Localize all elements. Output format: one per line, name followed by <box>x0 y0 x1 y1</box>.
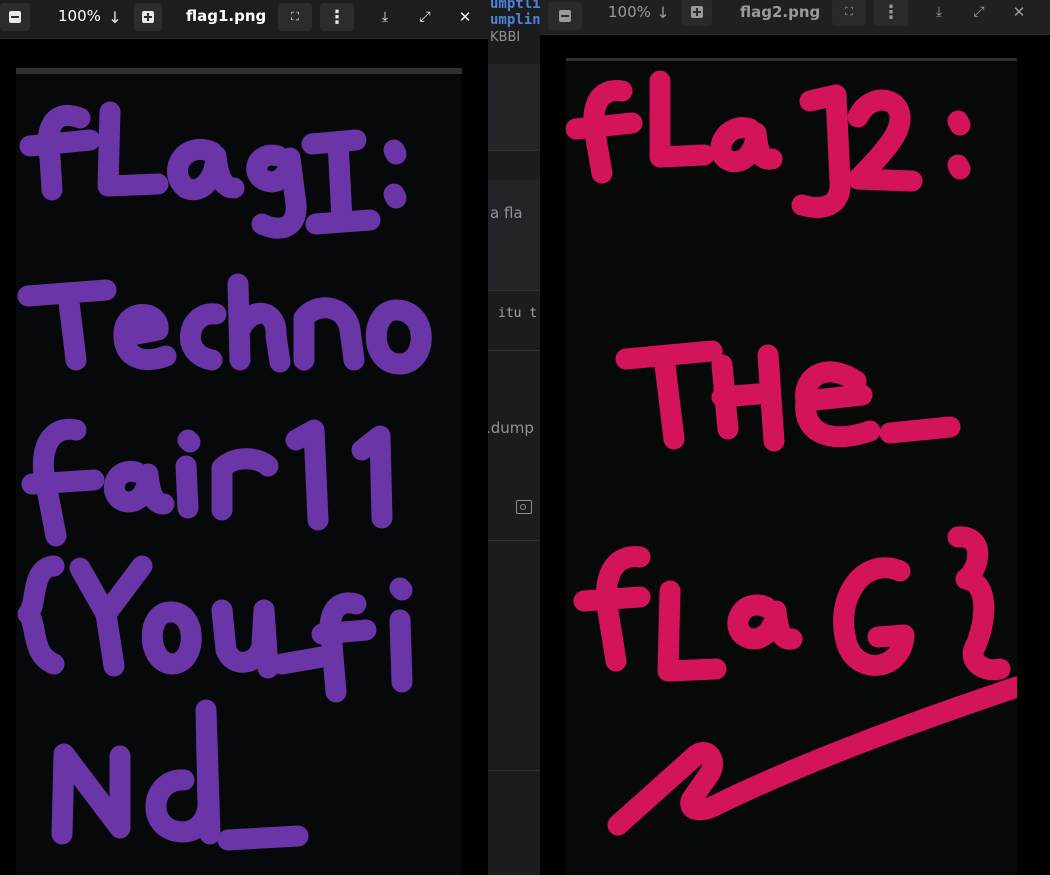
code-line: umptlin <box>490 0 540 12</box>
plus-square-icon <box>691 6 703 18</box>
fit-screen-icon: ⛶ <box>845 5 853 18</box>
viewer-toolbar: 100% ↓ flag1.png ⛶ ⋮ ⤓ ⤢ ✕ <box>0 0 488 39</box>
expand-icon: ⤢ <box>419 9 431 25</box>
minus-square-icon <box>9 11 21 23</box>
zoom-out-button[interactable] <box>548 2 582 30</box>
close-icon: ✕ <box>458 8 472 26</box>
filename-title: flag1.png <box>186 7 267 25</box>
editor-band <box>488 64 540 150</box>
fit-button[interactable]: ⛶ <box>278 3 312 31</box>
flag2-image <box>566 58 1017 875</box>
code-line: umplin <box>490 12 540 28</box>
zoom-in-button[interactable] <box>682 0 712 26</box>
zoom-level[interactable]: 100% <box>58 0 101 34</box>
divider <box>488 540 540 541</box>
editor-text: a fla <box>490 204 523 222</box>
editor-text: itu t <box>498 306 538 321</box>
editor-band <box>488 180 540 290</box>
zoom-level[interactable]: 100% <box>608 0 651 30</box>
divider <box>488 290 540 291</box>
minus-square-icon <box>559 10 571 22</box>
zoom-dropdown[interactable]: ↓ <box>104 3 126 31</box>
divider <box>488 350 540 351</box>
fullscreen-button[interactable]: ⤢ <box>966 0 992 26</box>
close-button[interactable]: ✕ <box>1006 0 1032 26</box>
fit-screen-icon: ⛶ <box>291 10 299 23</box>
zoom-in-button[interactable] <box>134 3 162 31</box>
zoom-out-button[interactable] <box>0 3 30 31</box>
image-viewer-flag2: 100% ↓ flag2.png ⛶ ⋮ ⤓ ⤢ ✕ <box>540 0 1050 875</box>
download-button[interactable]: ⤓ <box>926 0 952 26</box>
expand-icon: ⤢ <box>973 4 985 20</box>
handwriting-drawing <box>566 70 1017 836</box>
image-canvas <box>540 38 1050 875</box>
download-icon: ⤓ <box>935 4 943 20</box>
editor-text: .dump <box>486 419 534 437</box>
fullscreen-button[interactable]: ⤢ <box>412 3 438 31</box>
chevron-down-icon: ↓ <box>656 2 670 22</box>
download-button[interactable]: ⤓ <box>372 3 398 31</box>
filename-title: flag2.png <box>740 3 821 21</box>
menu-button[interactable]: ⋮ <box>320 3 354 31</box>
menu-button[interactable]: ⋮ <box>874 0 908 26</box>
close-icon: ✕ <box>1012 3 1026 21</box>
zoom-dropdown[interactable]: ↓ <box>652 0 674 26</box>
chevron-down-icon: ↓ <box>108 7 122 27</box>
fit-button[interactable]: ⛶ <box>832 0 866 26</box>
image-viewer-flag1: 100% ↓ flag1.png ⛶ ⋮ ⤓ ⤢ ✕ <box>0 0 488 875</box>
viewer-toolbar: 100% ↓ flag2.png ⛶ ⋮ ⤓ ⤢ ✕ <box>540 0 1050 35</box>
divider <box>488 150 540 151</box>
image-canvas <box>0 40 488 875</box>
plus-square-icon <box>142 11 154 23</box>
handwriting-drawing <box>17 101 432 851</box>
kebab-menu-icon: ⋮ <box>882 1 900 23</box>
label-kbbi: KBBI <box>490 30 521 45</box>
kebab-menu-icon: ⋮ <box>328 6 346 28</box>
divider <box>488 770 540 771</box>
image-icon[interactable] <box>516 500 532 514</box>
download-icon: ⤓ <box>381 9 389 25</box>
close-button[interactable]: ✕ <box>452 3 478 31</box>
flag1-image <box>16 68 462 875</box>
